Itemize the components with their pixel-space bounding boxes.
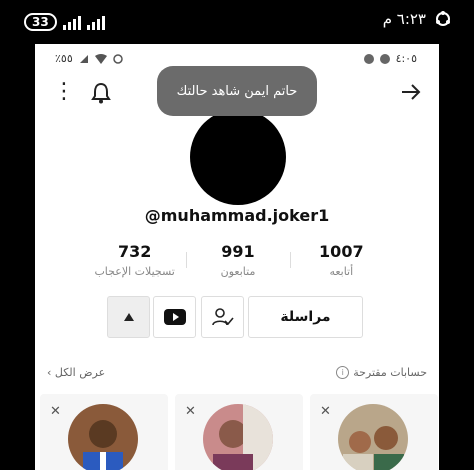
- app-screen: ٪٥٥ ٤:٠٥ ⋮ حاتم ايمن شاهد حالتك @muhamma…: [35, 44, 439, 470]
- suggested-avatar: [68, 404, 138, 470]
- suggested-avatar: [338, 404, 408, 470]
- user-check-icon: [211, 308, 234, 326]
- suggested-header: ‹ عرض الكل i حسابات مقترحة: [47, 366, 427, 386]
- message-button[interactable]: مراسلة: [248, 296, 363, 338]
- youtube-button[interactable]: [153, 296, 196, 338]
- clock-text: ٦:٢٣ م: [382, 10, 426, 28]
- suggested-card[interactable]: ✕: [175, 394, 303, 470]
- profile-avatar[interactable]: [190, 109, 286, 205]
- status-right: ٦:٢٣ م: [383, 10, 452, 28]
- inner-status-right: ٤:٠٥: [363, 52, 417, 65]
- bell-icon[interactable]: [91, 82, 111, 104]
- close-icon[interactable]: ✕: [50, 404, 61, 419]
- username: @muhammad.joker1: [144, 206, 330, 225]
- status-left: 33: [24, 13, 105, 31]
- stat-followers[interactable]: 991 متابعون: [186, 242, 289, 282]
- close-icon[interactable]: ✕: [185, 404, 196, 419]
- more-options-icon[interactable]: ⋮: [53, 80, 75, 104]
- signal-icon: [62, 14, 81, 30]
- close-icon[interactable]: ✕: [320, 404, 331, 419]
- stat-following[interactable]: 1007 أتابعه: [289, 242, 393, 282]
- inner-clock: ٤:٠٥: [395, 52, 417, 65]
- suggested-card[interactable]: ✕: [40, 394, 168, 470]
- signal-icon-2: [86, 14, 105, 30]
- notification-icon: [363, 53, 374, 64]
- info-icon[interactable]: i: [336, 366, 350, 379]
- stat-value: 732: [117, 242, 152, 261]
- stat-value: 991: [221, 242, 255, 261]
- follow-status-button[interactable]: [201, 296, 244, 338]
- system-status-bar: 33 ٦:٢٣ م: [0, 0, 474, 44]
- view-all-label: عرض الكل: [54, 366, 106, 379]
- suggested-title: i حسابات مقترحة: [336, 366, 427, 379]
- suggested-title-text: حسابات مقترحة: [353, 366, 427, 379]
- profile-stats: 732 تسجيلات الإعجاب 991 متابعون 1007 أتا…: [83, 242, 393, 282]
- youtube-icon: [163, 309, 186, 325]
- battery-indicator: 33: [24, 13, 57, 31]
- suggested-cards: ✕ ✕ ✕: [40, 394, 439, 470]
- suggested-avatar: [203, 404, 273, 470]
- notification-icon-2: [379, 53, 390, 64]
- expand-button[interactable]: [107, 296, 150, 338]
- arrow-right-icon[interactable]: [399, 80, 423, 104]
- suggested-card[interactable]: ✕: [310, 394, 438, 470]
- stat-likes[interactable]: 732 تسجيلات الإعجاب: [83, 242, 186, 282]
- stat-label: أتابعه: [329, 265, 354, 278]
- toast-notification: حاتم ايمن شاهد حالتك: [157, 66, 317, 116]
- battery-percent: ٪٥٥: [55, 52, 73, 65]
- view-all-link[interactable]: ‹ عرض الكل: [47, 366, 105, 379]
- stat-label: تسجيلات الإعجاب: [94, 265, 175, 278]
- sync-icon: [436, 11, 450, 26]
- triangle-up-icon: [123, 313, 134, 321]
- alarm-icon: [113, 53, 123, 64]
- stat-label: متابعون: [220, 265, 256, 278]
- mute-icon: [79, 54, 88, 63]
- wifi-icon: [94, 53, 107, 64]
- stat-value: 1007: [319, 242, 364, 261]
- inner-status-left: ٪٥٥: [55, 52, 123, 65]
